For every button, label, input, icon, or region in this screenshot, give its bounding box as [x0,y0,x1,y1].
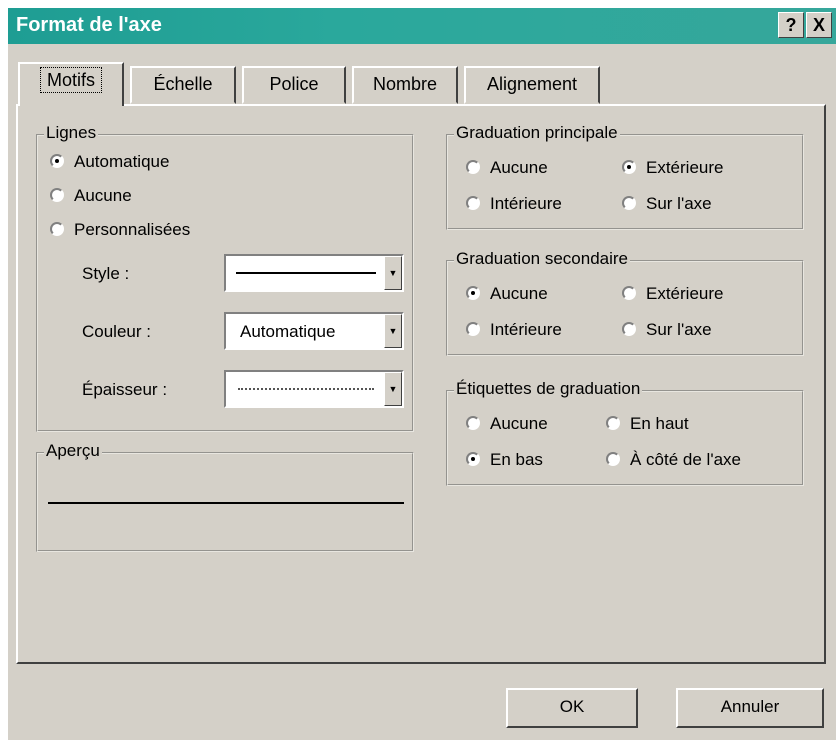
cancel-button[interactable]: Annuler [676,688,824,728]
radio-button[interactable] [466,452,480,466]
option-label: Extérieure [646,158,724,177]
preview-line [48,502,404,504]
radio-button[interactable] [50,222,64,236]
radio-button[interactable] [466,416,480,430]
option-label: Sur l'axe [646,320,712,339]
etiquettes-title: Étiquettes de graduation [454,379,643,399]
tab-police-label: Police [269,74,319,94]
chevron-down-icon[interactable]: ▼ [384,372,402,406]
apercu-title: Aperçu [44,441,102,461]
tab-nombre-label: Nombre [372,74,438,94]
tab-alignement[interactable]: Alignement [464,66,600,104]
line-style-solid [236,272,376,274]
option-label: À côté de l'axe [630,450,741,469]
option-label: Aucune [490,158,548,177]
help-button[interactable]: ? [778,12,804,38]
radio-button[interactable] [622,322,636,336]
tab-nombre[interactable]: Nombre [352,66,458,104]
tab-echelle[interactable]: Échelle [130,66,236,104]
tab-motifs-label: Motifs [39,67,103,93]
option-label: Aucune [74,186,132,205]
radio-button[interactable] [466,160,480,174]
option-label: En haut [630,414,689,433]
chevron-down-icon[interactable]: ▼ [384,256,402,290]
option-label: Automatique [74,152,170,171]
radio-button[interactable] [466,286,480,300]
couleur-combo[interactable]: Automatique ▼ [224,312,404,350]
option-label: Personnalisées [74,220,191,239]
window-title: Format de l'axe [16,14,162,36]
style-label: Style : [82,264,130,283]
chevron-down-icon[interactable]: ▼ [384,314,402,348]
graduation-principale-group: Graduation principale Aucune Extérieure … [446,123,804,230]
line-weight-hairline [238,388,374,390]
lignes-title: Lignes [44,123,99,143]
option-label: Sur l'axe [646,194,712,213]
radio-button[interactable] [50,154,64,168]
option-label: Aucune [490,414,548,433]
tab-motifs[interactable]: Motifs [18,62,124,106]
tab-police[interactable]: Police [242,66,346,104]
tab-sheet: Lignes Automatique Aucune Personnalisées… [16,104,826,664]
graduation-principale-title: Graduation principale [454,123,620,143]
title-bar: Format de l'axe ? X [8,8,836,44]
radio-button[interactable] [50,188,64,202]
option-label: Intérieure [490,320,562,339]
apercu-group: Aperçu [36,441,414,552]
graduation-secondaire-title: Graduation secondaire [454,249,631,269]
option-label: Extérieure [646,284,724,303]
etiquettes-group: Étiquettes de graduation Aucune En haut … [446,379,804,486]
format-axis-dialog: Format de l'axe ? X Motifs Échelle Polic… [8,8,836,740]
option-label: Intérieure [490,194,562,213]
radio-button[interactable] [606,416,620,430]
radio-button[interactable] [606,452,620,466]
radio-button[interactable] [466,322,480,336]
radio-button[interactable] [622,286,636,300]
epaisseur-combo[interactable]: ▼ [224,370,404,408]
couleur-label: Couleur : [82,322,151,341]
tab-echelle-label: Échelle [153,74,213,94]
epaisseur-label: Épaisseur : [82,380,168,399]
tab-alignement-label: Alignement [486,74,578,94]
ok-button[interactable]: OK [506,688,638,728]
option-label: En bas [490,450,543,469]
option-label: Aucune [490,284,548,303]
radio-button[interactable] [622,160,636,174]
radio-button[interactable] [622,196,636,210]
radio-button[interactable] [466,196,480,210]
style-combo[interactable]: ▼ [224,254,404,292]
couleur-value: Automatique [240,322,336,341]
graduation-secondaire-group: Graduation secondaire Aucune Extérieure … [446,249,804,356]
close-button[interactable]: X [806,12,832,38]
lignes-group: Lignes Automatique Aucune Personnalisées… [36,123,414,432]
